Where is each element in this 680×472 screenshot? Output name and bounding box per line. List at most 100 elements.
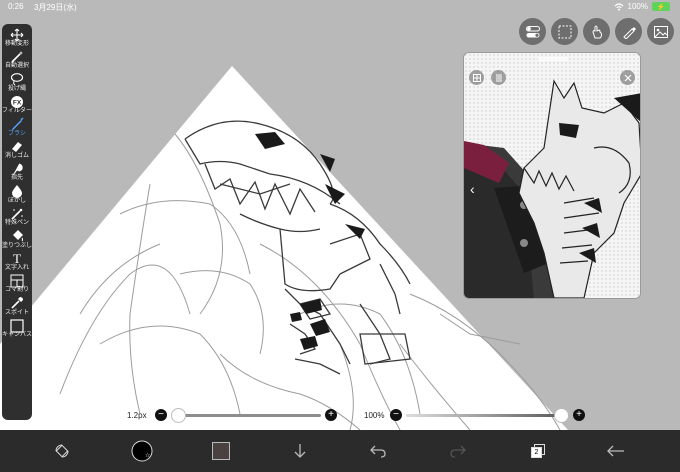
brush-size-plus-button[interactable]: + bbox=[325, 409, 337, 421]
redo-button[interactable] bbox=[446, 430, 470, 472]
brush-size-slider[interactable] bbox=[171, 407, 321, 423]
back-arrow-icon bbox=[607, 445, 624, 457]
opacity-minus-button[interactable]: − bbox=[390, 409, 402, 421]
toggle-icon bbox=[525, 25, 540, 37]
battery-percent: 100% bbox=[627, 2, 648, 11]
tool-smudge[interactable]: 指先 bbox=[2, 162, 32, 184]
svg-text:☆: ☆ bbox=[145, 452, 150, 459]
brush-preview-icon: ☆ bbox=[131, 440, 153, 462]
tool-text-tool[interactable]: T 文字入れ bbox=[2, 251, 32, 274]
tool-blur-drop[interactable]: ぼかし bbox=[2, 185, 32, 207]
tool-label: 文字入れ bbox=[4, 264, 29, 271]
fill-bucket-icon bbox=[10, 230, 24, 243]
tool-panel-divide[interactable]: コマ割り bbox=[2, 274, 32, 296]
tool-brush[interactable]: ブラシ bbox=[2, 117, 32, 140]
color-swatch-button[interactable] bbox=[208, 430, 234, 472]
brush-preview-button[interactable]: ☆ bbox=[128, 430, 156, 472]
toggle-button[interactable] bbox=[519, 18, 546, 45]
tool-magic-wand[interactable]: 自動選択 bbox=[2, 50, 32, 72]
brush-size-knob[interactable] bbox=[171, 407, 186, 423]
opacity-slider-row: 100% − + bbox=[364, 407, 585, 423]
tool-label: 移動変形 bbox=[4, 41, 29, 47]
tool-eyedropper[interactable]: スポイト bbox=[2, 297, 32, 319]
gesture-button[interactable] bbox=[583, 18, 610, 45]
reference-prev-arrow[interactable]: ‹ bbox=[470, 181, 475, 197]
reference-close-button[interactable] bbox=[620, 70, 635, 85]
tool-label: 自動選択 bbox=[4, 63, 29, 70]
selection-icon bbox=[558, 25, 571, 38]
rotate-view-icon bbox=[55, 444, 69, 458]
columns-icon bbox=[496, 73, 501, 82]
reference-layers-button[interactable] bbox=[491, 70, 506, 85]
tool-label: キャンバス bbox=[2, 332, 33, 339]
tool-canvas[interactable]: キャンバス bbox=[2, 318, 33, 341]
special-pen-icon bbox=[10, 207, 24, 220]
image-icon bbox=[653, 25, 668, 38]
reference-image bbox=[464, 53, 640, 298]
magic-wand-icon bbox=[10, 50, 24, 63]
reference-drag-handle[interactable] bbox=[538, 57, 568, 61]
ruler-button[interactable] bbox=[615, 18, 642, 45]
canvas-icon bbox=[10, 318, 24, 333]
tool-label: 特殊ペン bbox=[4, 220, 29, 227]
filter-fx-icon: FX bbox=[10, 95, 24, 108]
undo-button[interactable] bbox=[366, 430, 390, 472]
smudge-icon bbox=[10, 162, 24, 176]
status-date: 3月29日(水) bbox=[34, 3, 77, 12]
tool-move[interactable]: 移動変形 bbox=[2, 28, 32, 50]
reference-image-button[interactable] bbox=[647, 18, 674, 45]
tool-special-pen[interactable]: 特殊ペン bbox=[2, 207, 32, 229]
brush-size-minus-button[interactable]: − bbox=[155, 409, 167, 421]
color-swatch-icon bbox=[212, 442, 230, 460]
download-button[interactable] bbox=[288, 430, 312, 472]
selection-button[interactable] bbox=[551, 18, 578, 45]
brush-size-label: 1.2px bbox=[127, 410, 147, 420]
eraser-icon bbox=[10, 140, 24, 153]
back-button[interactable] bbox=[604, 430, 628, 472]
tool-label: 消しゴム bbox=[4, 152, 29, 159]
tool-label: 指先 bbox=[10, 175, 23, 182]
ruler-pen-icon bbox=[622, 26, 636, 39]
tool-lasso[interactable]: 投げ縄 bbox=[2, 73, 32, 95]
rotate-view-button[interactable] bbox=[50, 430, 74, 472]
svg-text:FX: FX bbox=[13, 99, 22, 106]
tool-label: 塗りつぶし bbox=[1, 242, 33, 249]
download-icon bbox=[294, 444, 306, 458]
opacity-knob[interactable] bbox=[554, 407, 569, 423]
undo-icon bbox=[370, 445, 386, 458]
tool-label: 投げ縄 bbox=[7, 85, 26, 92]
redo-icon bbox=[450, 445, 466, 458]
bottom-bar: ☆ 2 bbox=[0, 430, 680, 472]
brush-size-slider-row: 1.2px − + bbox=[127, 407, 337, 423]
reference-window[interactable]: ‹ bbox=[463, 52, 641, 299]
svg-text:T: T bbox=[13, 251, 21, 265]
tool-label: フィルター bbox=[2, 108, 32, 115]
battery-icon: ⚡ bbox=[652, 2, 670, 11]
status-right: 100% ⚡ bbox=[614, 2, 670, 11]
tool-label: スポイト bbox=[4, 309, 29, 316]
status-bar: 0:26 3月29日(水) 100% ⚡ bbox=[0, 0, 680, 14]
tool-sidebar: 移動変形自動選択投げ縄 FX フィルターブラシ消しゴム指先ぼかし特殊ペン塗りつぶし T… bbox=[2, 24, 32, 420]
eyedropper-icon bbox=[10, 297, 24, 310]
gesture-icon bbox=[591, 25, 602, 38]
tool-label: コマ割り bbox=[4, 287, 29, 294]
reference-menu-button[interactable] bbox=[469, 70, 484, 85]
opacity-plus-button[interactable]: + bbox=[573, 409, 585, 421]
lasso-icon bbox=[10, 73, 24, 86]
tool-fill-bucket[interactable]: 塗りつぶし bbox=[2, 230, 32, 252]
layers-button[interactable]: 2 bbox=[526, 430, 550, 472]
close-icon bbox=[624, 74, 631, 81]
opacity-slider[interactable] bbox=[406, 407, 569, 423]
opacity-label: 100% bbox=[364, 410, 385, 420]
tool-filter-fx[interactable]: FX フィルター bbox=[2, 95, 32, 117]
brush-icon bbox=[10, 117, 24, 131]
text-tool-icon: T bbox=[10, 251, 24, 265]
layers-icon: 2 bbox=[531, 444, 545, 458]
move-icon bbox=[10, 28, 24, 41]
tool-eraser[interactable]: 消しゴム bbox=[2, 140, 32, 162]
tool-label: ブラシ bbox=[8, 130, 26, 137]
blur-drop-icon bbox=[10, 185, 24, 199]
tool-label: ぼかし bbox=[7, 197, 26, 204]
grid-icon bbox=[472, 73, 481, 82]
top-right-buttons bbox=[519, 18, 674, 45]
